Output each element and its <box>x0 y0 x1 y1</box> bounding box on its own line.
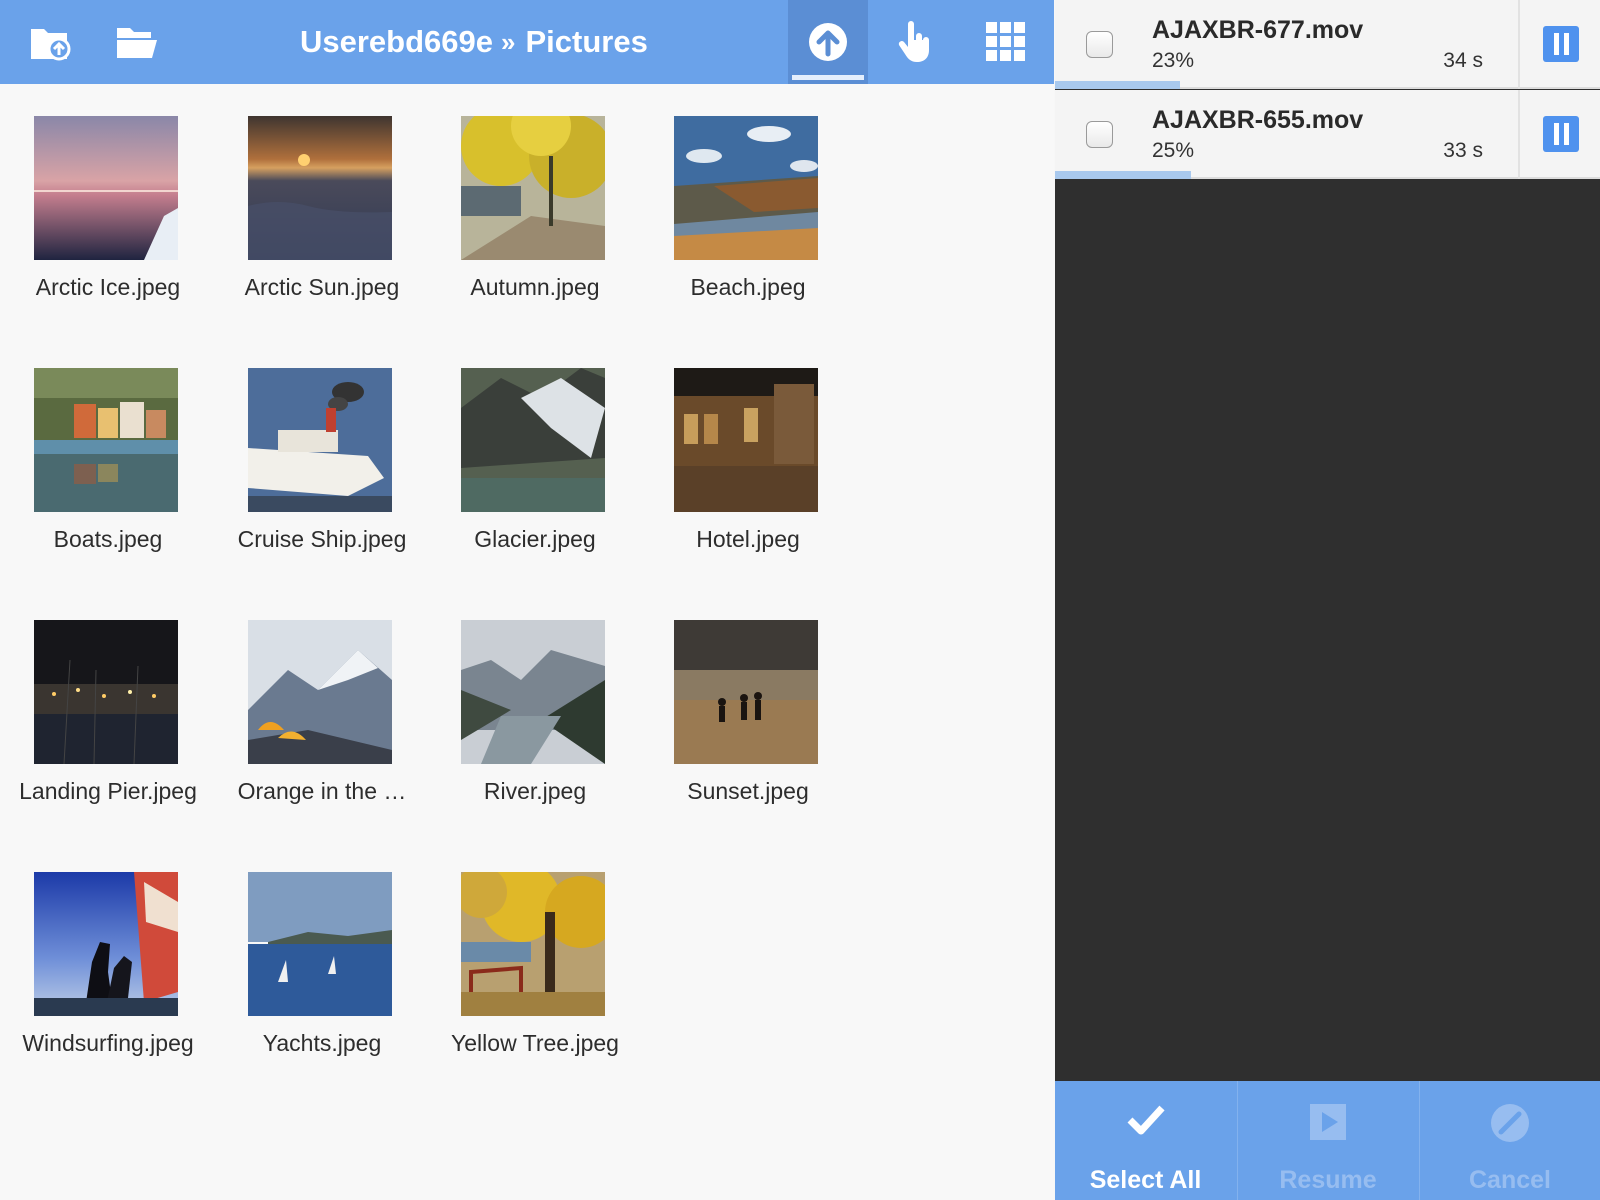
breadcrumb-user[interactable]: Userebd669e <box>300 24 493 60</box>
file-name: River.jpeg <box>483 778 587 804</box>
pause-icon <box>1553 123 1559 145</box>
select-all-button[interactable]: Select All <box>1055 1081 1236 1200</box>
queue-progress-bar <box>1055 81 1181 89</box>
file-tile[interactable]: Glacier.jpeg <box>428 368 642 588</box>
file-tile[interactable]: Orange in the … <box>215 620 429 840</box>
image-thumbnail <box>674 620 818 764</box>
file-tile[interactable]: Beach.jpeg <box>641 116 855 336</box>
file-tile[interactable]: River.jpeg <box>428 620 642 840</box>
file-name: Windsurfing.jpeg <box>22 1030 194 1056</box>
image-thumbnail <box>34 116 178 260</box>
open-folder-button[interactable] <box>112 0 162 84</box>
grid-view-button[interactable] <box>966 0 1046 84</box>
divider <box>1518 90 1520 179</box>
image-thumbnail <box>248 116 392 260</box>
queue-item-checkbox[interactable] <box>1086 31 1113 58</box>
file-name: Arctic Ice.jpeg <box>35 274 181 300</box>
touch-mode-button[interactable] <box>876 0 956 84</box>
resume-icon <box>1310 1104 1346 1140</box>
queue-progress-percent: 23% <box>1152 49 1195 72</box>
file-tile[interactable]: Yachts.jpeg <box>215 872 429 1092</box>
queue-item: AJAXBR-655.mov 25% 33 s <box>1055 90 1600 179</box>
upload-queue-pane: AJAXBR-677.mov 23% 34 s AJAXBR-655.mov 2… <box>1055 0 1600 1200</box>
queue-file-name: AJAXBR-655.mov <box>1152 106 1364 134</box>
resume-label: Resume <box>1279 1166 1377 1194</box>
image-thumbnail <box>461 368 605 512</box>
queue-progress-percent: 25% <box>1152 139 1195 162</box>
touch-icon <box>898 21 929 62</box>
breadcrumb-separator: » <box>501 26 516 57</box>
image-thumbnail <box>34 872 178 1016</box>
image-thumbnail <box>34 368 178 512</box>
cancel-icon <box>1491 1104 1529 1142</box>
top-toolbar: Userebd669e » Pictures <box>0 0 1054 84</box>
file-name: Hotel.jpeg <box>696 526 800 552</box>
upload-folder-button[interactable] <box>26 0 76 84</box>
image-thumbnail <box>674 368 818 512</box>
queue-item: AJAXBR-677.mov 23% 34 s <box>1055 0 1600 89</box>
upload-icon <box>809 23 847 61</box>
file-name: Arctic Sun.jpeg <box>244 274 400 300</box>
file-tile[interactable]: Cruise Ship.jpeg <box>215 368 429 588</box>
file-tile[interactable]: Yellow Tree.jpeg <box>428 872 642 1092</box>
pause-icon <box>1553 33 1559 55</box>
file-browser-pane: Userebd669e » Pictures Arctic Ice.jpeg A… <box>0 0 1054 1200</box>
file-name: Sunset.jpeg <box>687 778 809 804</box>
file-tile[interactable]: Arctic Sun.jpeg <box>215 116 429 336</box>
queue-item-checkbox[interactable] <box>1086 121 1113 148</box>
image-thumbnail <box>674 116 818 260</box>
file-name: Beach.jpeg <box>690 274 806 300</box>
queue-progress-bar <box>1055 171 1192 179</box>
file-name: Autumn.jpeg <box>470 274 600 300</box>
breadcrumb: Userebd669e » Pictures <box>300 0 648 84</box>
file-tile[interactable]: Hotel.jpeg <box>641 368 855 588</box>
image-thumbnail <box>248 368 392 512</box>
image-thumbnail <box>461 872 605 1016</box>
file-tile[interactable]: Boats.jpeg <box>1 368 215 588</box>
file-name: Yellow Tree.jpeg <box>451 1030 619 1056</box>
file-name: Boats.jpeg <box>53 526 163 552</box>
select-all-label: Select All <box>1089 1166 1202 1194</box>
file-name: Glacier.jpeg <box>474 526 596 552</box>
image-thumbnail <box>461 116 605 260</box>
image-thumbnail <box>248 620 392 764</box>
file-name: Landing Pier.jpeg <box>19 778 197 804</box>
cancel-label: Cancel <box>1469 1166 1551 1194</box>
image-thumbnail <box>461 620 605 764</box>
queue-time-remaining: 34 s <box>1443 49 1483 72</box>
image-thumbnail <box>248 872 392 1016</box>
queue-file-name: AJAXBR-677.mov <box>1152 16 1364 44</box>
file-tile[interactable]: Arctic Ice.jpeg <box>1 116 215 336</box>
checkmark-icon <box>1127 1105 1165 1135</box>
file-tile[interactable]: Windsurfing.jpeg <box>1 872 215 1092</box>
folder-open-icon <box>117 28 157 58</box>
grid-icon <box>986 22 1025 61</box>
file-name: Yachts.jpeg <box>262 1030 382 1056</box>
divider <box>1518 0 1520 89</box>
cancel-button[interactable]: Cancel <box>1419 1081 1600 1200</box>
queue-time-remaining: 33 s <box>1443 139 1483 162</box>
file-tile[interactable]: Landing Pier.jpeg <box>1 620 215 840</box>
image-thumbnail <box>34 620 178 764</box>
file-name: Orange in the … <box>237 778 407 804</box>
pause-button[interactable] <box>1543 26 1579 62</box>
file-name: Cruise Ship.jpeg <box>237 526 407 552</box>
pause-button[interactable] <box>1543 116 1579 152</box>
breadcrumb-folder[interactable]: Pictures <box>525 24 647 60</box>
folder-upload-icon <box>31 29 71 61</box>
queue-action-bar: Select All Resume Cancel <box>1055 1081 1600 1200</box>
file-tile[interactable]: Autumn.jpeg <box>428 116 642 336</box>
resume-button[interactable]: Resume <box>1237 1081 1418 1200</box>
file-tile[interactable]: Sunset.jpeg <box>641 620 855 840</box>
upload-mode-button[interactable] <box>788 0 868 84</box>
